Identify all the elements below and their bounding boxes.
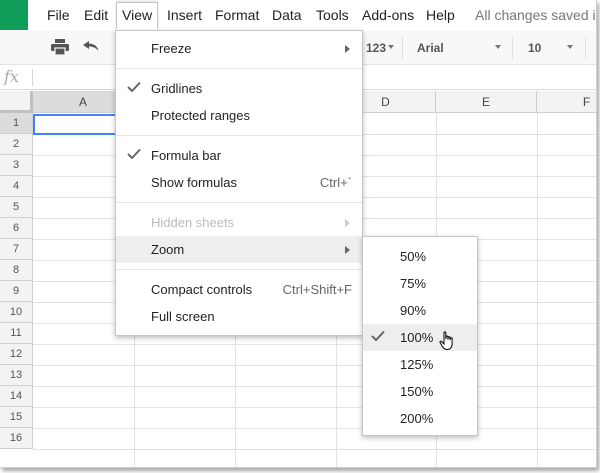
menu-view[interactable]: View bbox=[116, 2, 159, 29]
row-header-1[interactable]: 1 bbox=[0, 113, 33, 134]
row-header-5[interactable]: 5 bbox=[0, 197, 33, 218]
menu-item-protected-ranges[interactable]: Protected ranges bbox=[116, 102, 362, 129]
toolbar-separator bbox=[585, 37, 586, 59]
font-size-select[interactable]: 10 bbox=[528, 41, 541, 55]
menu-edit[interactable]: Edit bbox=[84, 7, 108, 23]
menu-item-label: Full screen bbox=[151, 309, 215, 324]
menu-item-label: Compact controls bbox=[151, 282, 253, 297]
menu-separator bbox=[116, 269, 362, 270]
row-header-14[interactable]: 14 bbox=[0, 386, 33, 407]
gridline bbox=[33, 449, 596, 450]
toolbar-separator bbox=[402, 37, 403, 59]
font-family-caret-icon[interactable] bbox=[495, 45, 501, 49]
checkmark-icon bbox=[127, 148, 141, 163]
menu-item-hidden-sheets: Hidden sheets bbox=[116, 209, 362, 236]
row-header-6[interactable]: 6 bbox=[0, 218, 33, 239]
row-header-7[interactable]: 7 bbox=[0, 239, 33, 260]
zoom-option-200[interactable]: 200% bbox=[363, 405, 477, 432]
submenu-arrow-icon bbox=[345, 45, 350, 53]
checkmark-icon bbox=[127, 81, 141, 96]
row-header-4[interactable]: 4 bbox=[0, 176, 33, 197]
print-icon[interactable] bbox=[51, 39, 69, 60]
zoom-option-75[interactable]: 75% bbox=[363, 270, 477, 297]
zoom-option-150[interactable]: 150% bbox=[363, 378, 477, 405]
zoom-option-label: 75% bbox=[400, 276, 427, 291]
select-all-corner[interactable] bbox=[0, 91, 33, 113]
gridline bbox=[33, 428, 596, 429]
submenu-arrow-icon bbox=[345, 219, 350, 227]
menu-item-freeze[interactable]: Freeze bbox=[116, 35, 362, 62]
row-header-2[interactable]: 2 bbox=[0, 134, 33, 155]
checkmark-icon bbox=[371, 330, 385, 345]
column-header-f[interactable]: F bbox=[537, 91, 596, 113]
zoom-option-label: 100% bbox=[400, 330, 434, 345]
column-header-e[interactable]: E bbox=[436, 91, 537, 113]
zoom-option-label: 50% bbox=[400, 249, 427, 264]
zoom-option-label: 200% bbox=[400, 411, 434, 426]
number-format-button[interactable]: 123 bbox=[366, 41, 386, 55]
font-family-select[interactable]: Arial bbox=[417, 41, 444, 55]
menu-bar: File Edit View Insert Format Data Tools … bbox=[0, 0, 596, 31]
sheets-window: File Edit View Insert Format Data Tools … bbox=[0, 0, 597, 468]
row-header-13[interactable]: 13 bbox=[0, 365, 33, 386]
undo-icon[interactable] bbox=[82, 39, 100, 58]
menu-item-label: Show formulas bbox=[151, 175, 237, 190]
menu-item-full-screen[interactable]: Full screen bbox=[116, 303, 362, 330]
menu-item-label: Formula bar bbox=[151, 148, 222, 163]
fx-icon: fx bbox=[4, 67, 19, 86]
zoom-option-90[interactable]: 90% bbox=[363, 297, 477, 324]
zoom-option-50[interactable]: 50% bbox=[363, 243, 477, 270]
number-format-caret-icon[interactable] bbox=[388, 45, 394, 49]
menu-item-formula-bar[interactable]: Formula bar bbox=[116, 142, 362, 169]
menu-item-label: Protected ranges bbox=[151, 108, 251, 123]
view-menu-dropdown: Freeze Gridlines Protected ranges Formul… bbox=[115, 30, 363, 336]
formula-bar-divider bbox=[32, 69, 33, 86]
sheets-logo-icon[interactable] bbox=[0, 0, 28, 30]
shortcut-label: Ctrl+` bbox=[319, 175, 352, 190]
row-header-11[interactable]: 11 bbox=[0, 323, 33, 344]
menu-file[interactable]: File bbox=[47, 7, 70, 23]
row-header-10[interactable]: 10 bbox=[0, 302, 33, 323]
row-header-16[interactable]: 16 bbox=[0, 428, 33, 449]
zoom-option-100[interactable]: 100% bbox=[363, 324, 477, 351]
menu-separator bbox=[116, 202, 362, 203]
menu-item-label: Freeze bbox=[151, 41, 192, 56]
zoom-submenu: 50% 75% 90% 100% 125% 150% 200% bbox=[362, 236, 478, 436]
menu-separator bbox=[116, 135, 362, 136]
menu-insert[interactable]: Insert bbox=[167, 7, 202, 23]
row-header-3[interactable]: 3 bbox=[0, 155, 33, 176]
zoom-option-label: 90% bbox=[400, 303, 427, 318]
menu-item-label: Zoom bbox=[151, 242, 185, 257]
gridline bbox=[33, 386, 596, 387]
menu-tools[interactable]: Tools bbox=[316, 7, 349, 23]
submenu-arrow-icon bbox=[345, 246, 350, 254]
zoom-option-label: 150% bbox=[400, 384, 434, 399]
menu-item-compact-controls[interactable]: Compact controls Ctrl+Shift+F bbox=[116, 276, 362, 303]
menu-addons[interactable]: Add-ons bbox=[362, 7, 414, 23]
zoom-option-label: 125% bbox=[400, 357, 434, 372]
gridline bbox=[33, 344, 596, 345]
shortcut-label: Ctrl+Shift+F bbox=[282, 282, 352, 297]
menu-item-label: Hidden sheets bbox=[151, 215, 235, 230]
row-header-9[interactable]: 9 bbox=[0, 281, 33, 302]
toolbar-separator bbox=[512, 37, 513, 59]
menu-format[interactable]: Format bbox=[215, 7, 259, 23]
row-header-15[interactable]: 15 bbox=[0, 407, 33, 428]
menu-item-label: Gridlines bbox=[151, 81, 203, 96]
menu-item-zoom[interactable]: Zoom bbox=[116, 236, 362, 263]
menu-separator bbox=[116, 68, 362, 69]
menu-item-gridlines[interactable]: Gridlines bbox=[116, 75, 362, 102]
gridline bbox=[537, 113, 538, 467]
menu-item-show-formulas[interactable]: Show formulas Ctrl+` bbox=[116, 169, 362, 196]
menu-help[interactable]: Help bbox=[426, 7, 455, 23]
gridline bbox=[33, 365, 596, 366]
zoom-option-125[interactable]: 125% bbox=[363, 351, 477, 378]
row-header-8[interactable]: 8 bbox=[0, 260, 33, 281]
menu-data[interactable]: Data bbox=[272, 7, 302, 23]
font-size-caret-icon[interactable] bbox=[567, 45, 573, 49]
gridline bbox=[33, 407, 596, 408]
hand-cursor-icon bbox=[439, 331, 455, 356]
row-header-12[interactable]: 12 bbox=[0, 344, 33, 365]
save-status[interactable]: All changes saved in Drive bbox=[475, 7, 596, 23]
